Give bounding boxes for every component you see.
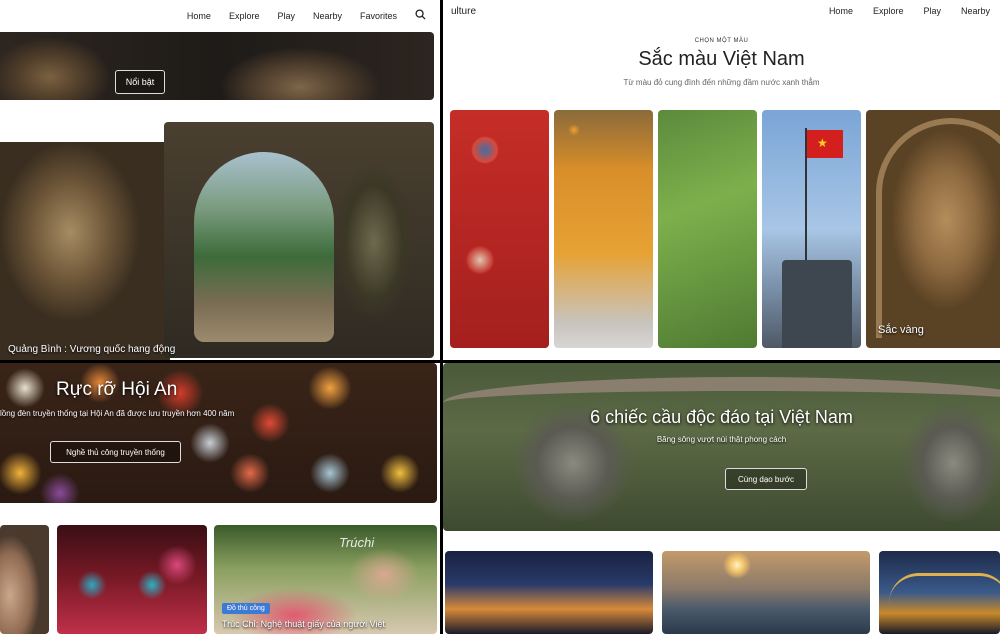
star-icon: ★ <box>817 136 828 150</box>
category-tag: Đồ thủ công <box>222 603 270 614</box>
panel-colors-page: ulture Home Explore Play Nearby CHỌN MỘT… <box>443 0 1000 360</box>
nav-home[interactable]: Home <box>187 11 211 21</box>
thumb-hands[interactable] <box>0 525 49 634</box>
panel-hoian-page: Rực rỡ Hội An lồng đèn truyền thống tại … <box>0 363 440 634</box>
cave-opening <box>194 152 334 342</box>
section-eyebrow: CHỌN MỘT MÀU <box>694 38 749 44</box>
hero-subtitle: Băng sông vượt núi thật phong cách <box>656 435 787 444</box>
top-nav: Home Explore Play Nearby <box>828 0 1000 22</box>
thumb-caption: Trúc Chỉ: Nghệ thuật giấy của người Việt <box>222 619 386 629</box>
hero-title: 6 chiếc cầu độc đáo tại Việt Nam <box>590 407 853 427</box>
lantern-hero[interactable]: Rực rỡ Hội An lồng đèn truyền thống tại … <box>0 363 437 503</box>
bridge-truss <box>889 573 1000 603</box>
card-label-gold: Sắc vàng <box>878 324 924 336</box>
color-card-gold[interactable]: Sắc vàng <box>866 110 1000 348</box>
panel-cave-page: Home Explore Play Nearby Favorites Nổi b… <box>0 0 440 360</box>
nav-favorites[interactable]: Favorites <box>360 11 397 21</box>
color-card-blue[interactable]: ★ <box>762 110 861 348</box>
search-icon[interactable] <box>415 9 426 23</box>
thumb-performers[interactable] <box>57 525 207 634</box>
flag-tower <box>782 260 852 348</box>
cave-image-main[interactable] <box>164 122 434 358</box>
statue-arch <box>876 118 1000 338</box>
nav-explore[interactable]: Explore <box>229 11 260 21</box>
color-card-green[interactable] <box>658 110 757 348</box>
featured-button[interactable]: Nổi bật <box>115 70 165 94</box>
cave-caption[interactable]: Quảng Bình : Vương quốc hang động <box>8 344 175 355</box>
nav-nearby[interactable]: Nearby <box>313 11 342 21</box>
hero-title: Rực rỡ Hội An <box>56 379 178 400</box>
featured-banner[interactable]: Nổi bật <box>0 32 434 100</box>
script-signature: Trúchi <box>339 535 375 550</box>
nav-home[interactable]: Home <box>829 6 853 16</box>
color-card-red[interactable] <box>450 110 549 348</box>
thumb-bridge-night[interactable] <box>879 551 1000 634</box>
nav-play[interactable]: Play <box>277 11 295 21</box>
nav-nearby[interactable]: Nearby <box>961 6 990 16</box>
panel-bridges-page: 6 chiếc cầu độc đáo tại Việt Nam Băng sô… <box>443 363 1000 634</box>
thumb-paper-art[interactable]: Trúchi Đồ thủ công Trúc Chỉ: Nghệ thuật … <box>214 525 437 634</box>
crafts-button[interactable]: Nghề thủ công truyền thống <box>50 441 181 463</box>
nav-play[interactable]: Play <box>923 6 941 16</box>
thumb-city-night[interactable] <box>445 551 653 634</box>
nav-explore[interactable]: Explore <box>873 6 904 16</box>
color-card-orange[interactable] <box>554 110 653 348</box>
bridge-hero[interactable]: 6 chiếc cầu độc đáo tại Việt Nam Băng sô… <box>443 363 1000 531</box>
section-title: Sắc màu Việt Nam <box>638 48 805 70</box>
thumb-river-sunset[interactable] <box>662 551 870 634</box>
hero-subtitle: lồng đèn truyền thống tại Hội An đã được… <box>0 409 235 418</box>
section-subtitle: Từ màu đỏ cung đình đến những đầm nước x… <box>623 78 820 87</box>
site-logo[interactable]: ulture <box>451 6 476 17</box>
top-nav: Home Explore Play Nearby Favorites <box>186 0 440 32</box>
cave-wall <box>334 142 434 358</box>
walk-button[interactable]: Cùng dạo bước <box>725 468 807 490</box>
cave-image-left[interactable] <box>0 142 170 360</box>
